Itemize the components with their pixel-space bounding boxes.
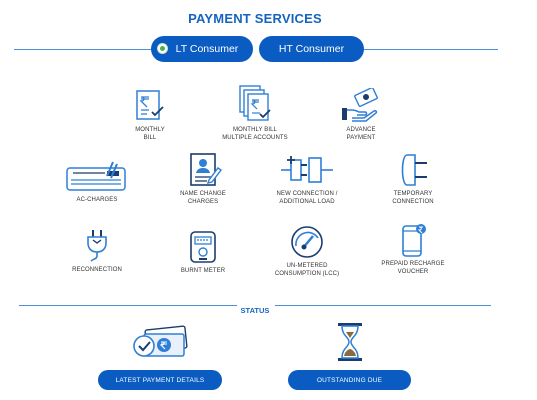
service-label: MONTHLY xyxy=(135,127,165,133)
hourglass-icon xyxy=(338,323,362,361)
service-prepaid-recharge[interactable]: PREPAID RECHARGE VOUCHER xyxy=(363,222,463,276)
air-conditioner-icon xyxy=(66,161,126,191)
latest-payment-details-label: LATEST PAYMENT DETAILS xyxy=(115,376,205,384)
service-label: CHARGES xyxy=(187,199,219,205)
service-label: BILL xyxy=(143,135,157,141)
phone-recharge-icon xyxy=(402,224,426,257)
name-change-icon xyxy=(190,153,223,186)
divider-left xyxy=(14,49,152,50)
temporary-plug-icon xyxy=(401,154,427,186)
status-label: STATUS xyxy=(236,306,274,315)
service-label: NEW CONNECTION / xyxy=(276,191,338,197)
tab-ht-consumer[interactable]: HT Consumer xyxy=(259,36,364,62)
service-name-change[interactable]: NAME CHANGE CHARGES xyxy=(153,152,253,206)
service-temporary-connection[interactable]: TEMPORARY CONNECTION xyxy=(363,152,463,206)
reconnection-plug-icon xyxy=(87,230,107,262)
selected-radio-icon xyxy=(158,44,167,53)
service-label: PAYMENT xyxy=(346,135,376,141)
bill-icon xyxy=(136,90,164,120)
service-label: UN-METERED xyxy=(286,263,328,269)
meter-icon xyxy=(190,231,216,263)
service-label: TEMPORARY xyxy=(393,191,433,197)
service-label: RECONNECTION xyxy=(72,267,122,273)
hand-money-icon xyxy=(342,88,378,122)
tab-lt-consumer-label: LT Consumer xyxy=(175,43,239,55)
service-label: AC-CHARGES xyxy=(76,197,118,203)
service-label: MULTIPLE ACCOUNTS xyxy=(222,135,288,141)
tab-lt-consumer[interactable]: LT Consumer xyxy=(151,36,253,62)
status-heading: STATUS xyxy=(0,300,510,318)
page-title: PAYMENT SERVICES xyxy=(188,11,322,26)
outstanding-due-label: OUTSTANDING DUE xyxy=(316,376,383,384)
multiple-bills-icon xyxy=(239,85,271,121)
service-label: BURNT METER xyxy=(180,268,226,274)
service-label: MONTHLY BILL xyxy=(233,127,277,133)
divider-right xyxy=(364,49,498,50)
service-label: VOUCHER xyxy=(397,269,429,275)
outstanding-due-button[interactable]: OUTSTANDING DUE xyxy=(288,370,411,390)
service-label: ADDITIONAL LOAD xyxy=(279,199,335,205)
service-burnt-meter[interactable]: BURNT METER xyxy=(153,229,253,275)
service-new-connection[interactable]: NEW CONNECTION / ADDITIONAL LOAD xyxy=(257,152,357,206)
service-label: CONSUMPTION (LCC) xyxy=(274,271,340,277)
gauge-icon xyxy=(291,226,323,258)
service-ac-charges[interactable]: AC-CHARGES xyxy=(47,160,147,204)
service-label: NAME CHANGE xyxy=(180,191,226,197)
service-monthly-bill[interactable]: MONTHLY BILL xyxy=(100,88,200,142)
service-label: CONNECTION xyxy=(392,199,434,205)
tab-ht-consumer-label: HT Consumer xyxy=(278,43,345,55)
service-label: ADVANCE xyxy=(346,127,376,133)
service-label: PREPAID RECHARGE xyxy=(381,261,445,267)
service-monthly-bill-multiple[interactable]: MONTHLY BILL MULTIPLE ACCOUNTS xyxy=(205,84,305,142)
service-reconnection[interactable]: RECONNECTION xyxy=(47,228,147,274)
payment-details-icon xyxy=(133,325,188,357)
latest-payment-details-button[interactable]: LATEST PAYMENT DETAILS xyxy=(98,370,222,390)
service-unmetered-consumption[interactable]: UN-METERED CONSUMPTION (LCC) xyxy=(257,224,357,278)
plug-connection-icon xyxy=(281,156,333,183)
service-advance-payment[interactable]: ADVANCE PAYMENT xyxy=(311,88,411,142)
